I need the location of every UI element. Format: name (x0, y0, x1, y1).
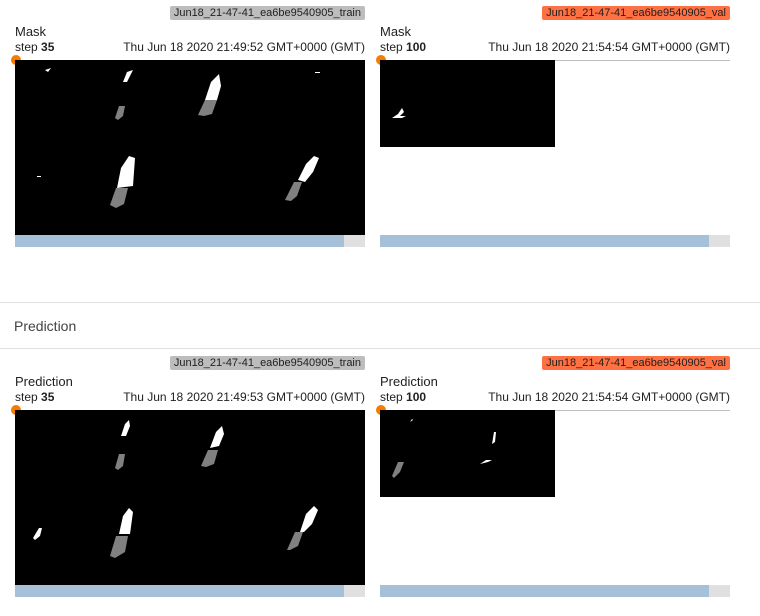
timestamp: Thu Jun 18 2020 21:54:54 GMT+0000 (GMT) (488, 390, 730, 404)
image-card-mask-train: Jun18_21-47-41_ea6be9540905_train Mask s… (11, 6, 365, 250)
prediction-image[interactable] (380, 410, 555, 497)
run-badge: Jun18_21-47-41_ea6be9540905_val (542, 6, 730, 20)
step-label: step 100 (380, 390, 427, 404)
image-size-bar[interactable] (380, 585, 730, 597)
step-label: step 35 (15, 40, 55, 54)
image-card-prediction-val: Jun18_21-47-41_ea6be9540905_val Predicti… (376, 356, 730, 600)
section-divider (0, 348, 760, 349)
step-label: step 100 (380, 40, 427, 54)
timestamp: Thu Jun 18 2020 21:49:52 GMT+0000 (GMT) (123, 40, 365, 54)
image-card-mask-val: Jun18_21-47-41_ea6be9540905_val Mask ste… (376, 6, 730, 250)
image-card-prediction-train: Jun18_21-47-41_ea6be9540905_train Predic… (11, 356, 365, 600)
mask-image[interactable] (15, 60, 365, 235)
card-title: Prediction (380, 374, 438, 389)
timestamp: Thu Jun 18 2020 21:54:54 GMT+0000 (GMT) (488, 40, 730, 54)
image-size-bar[interactable] (380, 235, 730, 247)
card-title: Mask (15, 24, 47, 39)
step-label: step 35 (15, 390, 55, 404)
timestamp: Thu Jun 18 2020 21:49:53 GMT+0000 (GMT) (123, 390, 365, 404)
section-divider (0, 302, 760, 303)
image-size-bar[interactable] (15, 235, 365, 247)
card-title: Mask (380, 24, 412, 39)
section-title: Prediction (14, 318, 77, 334)
run-badge: Jun18_21-47-41_ea6be9540905_val (542, 356, 730, 370)
card-title: Prediction (15, 374, 73, 389)
run-badge: Jun18_21-47-41_ea6be9540905_train (169, 6, 365, 20)
run-badge: Jun18_21-47-41_ea6be9540905_train (169, 356, 365, 370)
mask-image[interactable] (380, 60, 555, 147)
prediction-image[interactable] (15, 410, 365, 585)
image-size-bar[interactable] (15, 585, 365, 597)
